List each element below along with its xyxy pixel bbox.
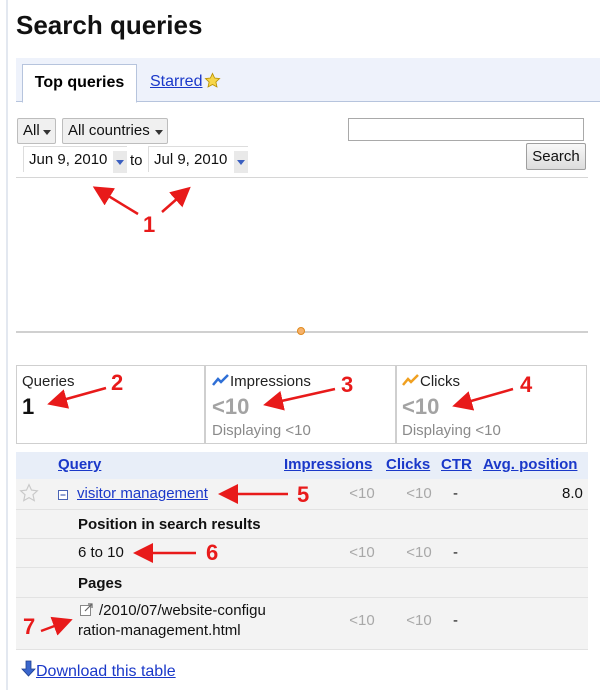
table-row-pages-heading: Pages [16, 568, 588, 598]
date-range-to-label: to [130, 152, 143, 169]
annotation-3: 3 [341, 372, 354, 397]
stat-queries-value: 1 [22, 394, 35, 419]
query-avg-position: 8.0 [562, 485, 583, 502]
query-ctr: - [453, 485, 458, 502]
table-row-position-heading: Position in search results [16, 510, 588, 539]
position-heading: Position in search results [78, 516, 261, 533]
table-header-row: Query Impressions Clicks CTR Avg. positi… [16, 452, 588, 479]
stat-clicks-sub: Displaying <10 [402, 422, 501, 439]
stat-impressions-header: Impressions [212, 373, 311, 390]
chart-data-point[interactable] [297, 327, 305, 335]
page-clicks: <10 [406, 612, 432, 629]
stat-impressions-value: <10 [212, 394, 250, 419]
tab-starred[interactable]: Starred [150, 72, 222, 94]
query-impressions: <10 [349, 485, 375, 502]
annotation-7: 7 [23, 614, 36, 639]
position-impressions: <10 [349, 544, 375, 561]
download-link[interactable]: Download this table [21, 660, 176, 681]
type-select-value: All [23, 122, 40, 139]
stat-queries-label: Queries [22, 373, 75, 390]
chevron-down-icon [43, 130, 51, 135]
impressions-trend-icon [212, 374, 229, 386]
annotation-1: 1 [143, 212, 156, 237]
query-clicks: <10 [406, 485, 432, 502]
collapse-icon[interactable] [58, 487, 68, 504]
page-ctr: - [453, 612, 458, 629]
date-from-value: Jun 9, 2010 [29, 151, 108, 168]
stat-impressions-sub: Displaying <10 [212, 422, 311, 439]
table-row-page: /2010/07/website-configu ration-manageme… [16, 598, 588, 650]
search-button[interactable]: Search [526, 143, 586, 170]
position-clicks: <10 [406, 544, 432, 561]
date-to-picker[interactable]: Jul 9, 2010 [148, 146, 248, 173]
stat-clicks-header: Clicks [402, 373, 460, 390]
column-ctr[interactable]: CTR [441, 456, 472, 473]
annotation-4: 4 [520, 372, 533, 397]
annotation-6: 6 [206, 540, 219, 565]
left-border [6, 0, 8, 690]
pages-heading: Pages [78, 575, 123, 592]
search-input[interactable] [348, 118, 584, 141]
country-select[interactable]: All countries [62, 118, 168, 144]
type-select[interactable]: All [17, 118, 56, 144]
query-link[interactable]: visitor management [77, 485, 208, 502]
clicks-trend-icon [402, 374, 419, 386]
column-clicks[interactable]: Clicks [386, 456, 430, 473]
annotation-2: 2 [111, 370, 124, 395]
calendar-dropdown-icon[interactable] [113, 151, 127, 173]
stat-impressions-label: Impressions [230, 373, 311, 390]
divider [16, 177, 588, 178]
stat-clicks-value: <10 [402, 394, 440, 419]
star-icon[interactable] [19, 483, 39, 507]
stat-clicks-label: Clicks [420, 373, 460, 390]
page-url-line1: /2010/07/website-configu [99, 602, 266, 619]
position-range: 6 to 10 [78, 544, 124, 561]
chevron-down-icon [155, 130, 163, 135]
tab-starred-label: Starred [150, 73, 203, 90]
page-url-line2: ration-management.html [78, 622, 241, 639]
position-ctr: - [453, 544, 458, 561]
date-to-value: Jul 9, 2010 [154, 151, 228, 168]
page-title: Search queries [16, 10, 203, 40]
stat-impressions[interactable]: Impressions <10 Displaying <10 [205, 365, 396, 444]
download-arrow-icon [21, 660, 36, 680]
tab-top-queries[interactable]: Top queries [22, 64, 137, 103]
country-select-value: All countries [68, 122, 150, 139]
date-from-picker[interactable]: Jun 9, 2010 [23, 146, 127, 173]
external-link-icon[interactable] [80, 603, 93, 620]
page-impressions: <10 [349, 612, 375, 629]
table-row-position: 6 to 10 <10 <10 - [16, 539, 588, 568]
column-query[interactable]: Query [58, 456, 101, 473]
annotation-5: 5 [297, 482, 310, 507]
download-label: Download this table [36, 663, 176, 680]
stat-clicks[interactable]: Clicks <10 Displaying <10 [396, 365, 587, 444]
tab-bar: Top queries Starred [16, 58, 600, 103]
calendar-dropdown-icon[interactable] [234, 151, 248, 173]
star-icon [204, 72, 222, 94]
annotation-arrow-1b [161, 186, 191, 213]
annotation-arrow-1a [92, 186, 139, 216]
column-avg-position[interactable]: Avg. position [483, 456, 577, 473]
column-impressions[interactable]: Impressions [284, 456, 372, 473]
